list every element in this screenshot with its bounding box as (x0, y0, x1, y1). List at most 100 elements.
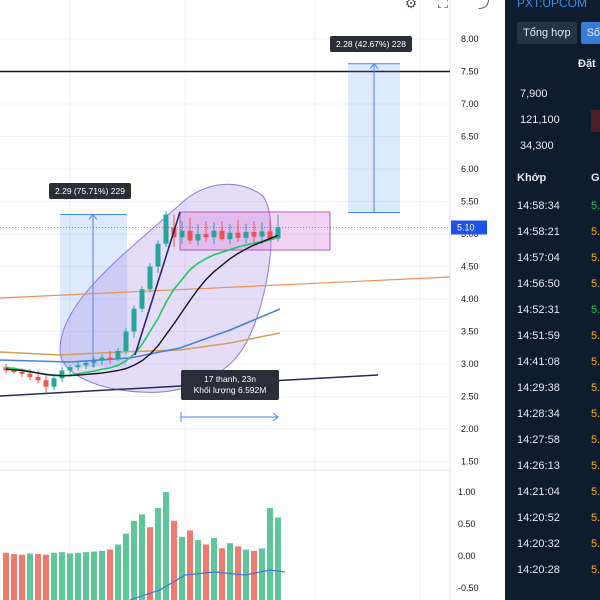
measure-label-left: 2.29 (75.71%) 229 (49, 183, 131, 199)
match-row: 14:52:31 5.1 (505, 304, 600, 330)
candle-body (259, 231, 265, 237)
volume-bar (195, 540, 201, 600)
volume-bar (211, 538, 217, 600)
match-row: 14:58:34 5.1 (505, 200, 600, 226)
match-time: 14:51:59 (517, 330, 560, 342)
match-row: 14:20:32 5.0 (505, 538, 600, 564)
candle-body (227, 232, 233, 240)
range-bar-count: 17 thanh, 23n (204, 374, 256, 384)
candle-body (75, 365, 81, 368)
volume-bar (99, 550, 105, 600)
match-row: 14:57:04 5.0 (505, 252, 600, 278)
candle-body (211, 230, 217, 238)
settings-icon[interactable]: ⚙ (402, 0, 420, 12)
match-row: 14:27:58 5.0 (505, 434, 600, 460)
candle-body (11, 370, 17, 372)
chart-area[interactable]: 8.007.507.006.506.005.505.004.504.003.50… (0, 0, 505, 600)
match-row: 14:20:28 5.0 (505, 564, 600, 590)
y-tick-label: 4.00 (461, 294, 479, 304)
volume-tick-label: 1.00 (458, 487, 476, 497)
volume-bar (67, 553, 73, 600)
candle-body (83, 362, 89, 366)
fullscreen-icon[interactable]: ⛶ (434, 0, 452, 12)
candle-body (195, 234, 201, 241)
share-icon[interactable]: ⤴ (476, 0, 494, 12)
measure-label-right: 2.28 (42.67%) 228 (330, 36, 412, 52)
order-book-row: 34,300 (505, 134, 600, 160)
volume-bar (83, 552, 89, 600)
match-time: 14:27:58 (517, 434, 560, 446)
candle-body (139, 289, 145, 309)
candle-body (243, 232, 249, 238)
match-price: 5.0 (591, 252, 600, 264)
order-book-row: 7,900 (505, 82, 600, 108)
candle-body (99, 357, 105, 361)
match-time: 14:52:31 (517, 304, 560, 316)
order-book-bar (591, 110, 600, 132)
candle-body (67, 367, 73, 371)
match-header: Khớp G (505, 170, 600, 190)
volume-bar (115, 544, 121, 600)
volume-bar (235, 546, 241, 600)
y-tick-label: 5.50 (461, 197, 479, 207)
y-tick-label: 4.50 (461, 262, 479, 272)
match-price: 5.0 (591, 564, 600, 576)
volume-bar (227, 543, 233, 600)
match-time: 14:20:28 (517, 564, 560, 576)
volume-bar (107, 549, 113, 600)
volume-bar (27, 553, 33, 600)
volume-bar (251, 550, 257, 600)
candle-body (203, 234, 209, 238)
match-row: 14:29:38 5.0 (505, 382, 600, 408)
match-row: 14:20:52 5.0 (505, 512, 600, 538)
match-price: 5.0 (591, 382, 600, 394)
match-row: 14:58:21 5.0 (505, 226, 600, 252)
match-price: 5.1 (591, 200, 600, 212)
match-price: 5.0 (591, 330, 600, 342)
candle-body (19, 371, 25, 374)
volume-bar (19, 554, 25, 600)
volume-bar (139, 514, 145, 600)
order-book-volume: 34,300 (520, 140, 554, 152)
order-book-header: Đặt (578, 58, 596, 70)
match-time: 14:20:52 (517, 512, 560, 524)
y-tick-label: 7.50 (461, 67, 479, 77)
match-price: 5.0 (591, 408, 600, 420)
match-price: 5.0 (591, 460, 600, 472)
tab-tong-hop[interactable]: Tổng hợp (517, 22, 577, 44)
candle-body (43, 380, 49, 387)
order-book-volume: 7,900 (520, 88, 548, 100)
volume-bar (147, 527, 153, 600)
candle-body (91, 360, 97, 363)
match-row: 14:21:04 5.0 (505, 486, 600, 512)
match-time: 14:26:13 (517, 460, 560, 472)
volume-bar (259, 548, 265, 600)
tab-so[interactable]: Số (580, 22, 600, 44)
symbol-title[interactable]: PXT:UPCOM (517, 0, 587, 10)
volume-bar (219, 548, 225, 600)
match-row: 14:51:59 5.0 (505, 330, 600, 356)
candle-body (251, 232, 257, 237)
match-price: 5.0 (591, 226, 600, 238)
candle-body (235, 232, 241, 238)
y-tick-label: 2.00 (461, 424, 479, 434)
y-tick-label: 1.50 (461, 457, 479, 467)
y-tick-label: 2.50 (461, 392, 479, 402)
y-tick-label: 6.00 (461, 164, 479, 174)
match-time: 14:20:32 (517, 538, 560, 550)
volume-bar (131, 520, 137, 600)
side-panel: PXT:UPCOM Tổng hợp Số Đặt 7,900 121,100 … (505, 0, 600, 600)
price-chart[interactable]: 8.007.507.006.506.005.505.004.504.003.50… (0, 0, 505, 600)
range-info-box: 17 thanh, 23n Khối lượng 6.592M (181, 370, 279, 400)
volume-bar (163, 492, 169, 600)
candle-body (163, 214, 169, 244)
volume-bar (91, 551, 97, 600)
candle-body (147, 266, 153, 290)
candle-body (219, 230, 225, 240)
volume-bar (59, 552, 65, 600)
match-time: 14:56:50 (517, 278, 560, 290)
match-time: 14:41:08 (517, 356, 560, 368)
match-time: 14:28:34 (517, 408, 560, 420)
y-tick-label: 7.00 (461, 99, 479, 109)
volume-bar (123, 533, 129, 600)
